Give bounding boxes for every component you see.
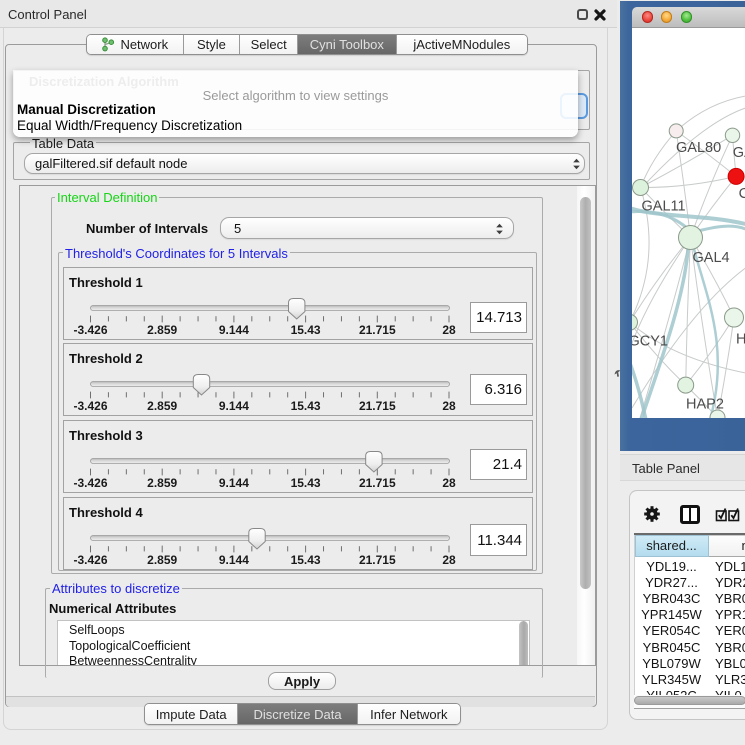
svg-text:GAL80: GAL80 <box>676 140 721 156</box>
svg-text:GAL11: GAL11 <box>641 198 685 214</box>
svg-text:28: 28 <box>442 323 456 337</box>
svg-text:15.43: 15.43 <box>291 399 321 413</box>
svg-text:2.859: 2.859 <box>147 323 177 337</box>
svg-text:C: C <box>738 186 745 202</box>
svg-text:GA: GA <box>732 145 745 161</box>
svg-text:-3.426: -3.426 <box>73 323 107 337</box>
svg-text:H: H <box>736 331 745 347</box>
svg-text:HAP2: HAP2 <box>686 396 724 412</box>
svg-text:28: 28 <box>442 399 456 413</box>
svg-text:2.859: 2.859 <box>147 399 177 413</box>
svg-text:15.43: 15.43 <box>291 476 321 490</box>
svg-text:9.144: 9.144 <box>219 399 249 413</box>
svg-text:28: 28 <box>442 476 456 490</box>
svg-text:GCY1: GCY1 <box>632 333 668 349</box>
svg-text:21.715: 21.715 <box>359 553 396 567</box>
svg-text:9.144: 9.144 <box>219 553 249 567</box>
svg-text:21.715: 21.715 <box>359 399 396 413</box>
svg-text:2.859: 2.859 <box>147 476 177 490</box>
svg-text:9.144: 9.144 <box>219 476 249 490</box>
svg-text:-3.426: -3.426 <box>73 399 107 413</box>
svg-text:21.715: 21.715 <box>359 476 396 490</box>
svg-text:21.715: 21.715 <box>359 323 396 337</box>
svg-text:28: 28 <box>442 553 456 567</box>
svg-text:2.859: 2.859 <box>147 553 177 567</box>
svg-text:-3.426: -3.426 <box>73 553 107 567</box>
svg-text:GAL4: GAL4 <box>692 250 729 266</box>
svg-text:15.43: 15.43 <box>291 553 321 567</box>
svg-text:15.43: 15.43 <box>291 323 321 337</box>
svg-text:-3.426: -3.426 <box>73 476 107 490</box>
svg-text:9.144: 9.144 <box>219 323 249 337</box>
